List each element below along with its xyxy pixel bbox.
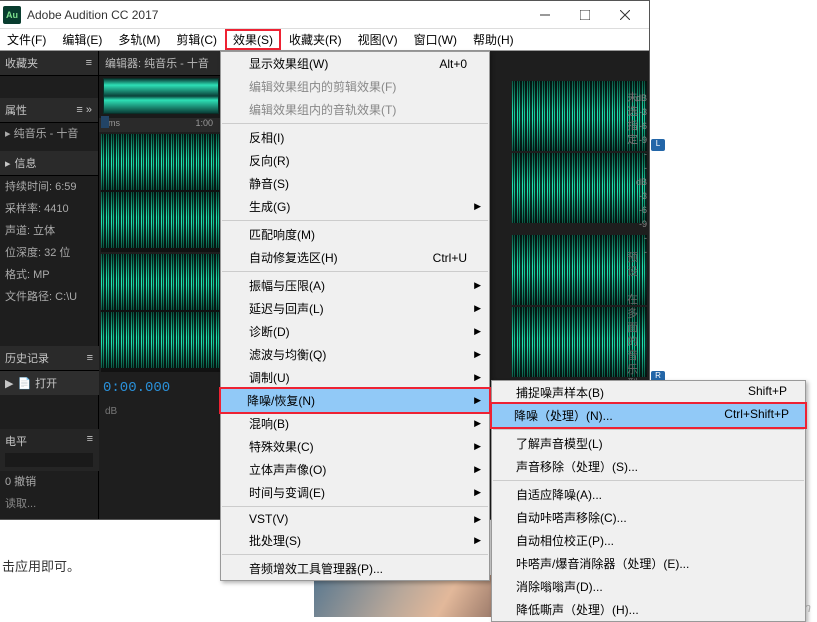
menu-item: 编辑效果组内的音轨效果(T) [221,98,489,121]
menu-item[interactable]: 文件(F) [0,29,54,50]
file-name: ▸ 纯音乐 - 十音 [0,123,98,145]
info-path: 文件路径: C:\U [0,286,98,308]
menu-item[interactable]: 生成(G)▶ [221,195,489,218]
menu-item[interactable]: 帮助(H) [465,29,522,50]
history-panel-header[interactable]: 历史记录≡ [0,346,99,371]
menu-item[interactable]: 滤波与均衡(Q)▶ [221,343,489,366]
submenu-item[interactable]: 消除嗡嗡声(D)... [492,575,805,598]
submenu-item[interactable]: 咔嗒声/爆音消除器（处理）(E)... [492,552,805,575]
menu-item[interactable]: 匹配响度(M) [221,223,489,246]
waveform-overview[interactable] [99,76,223,118]
menu-item[interactable]: 反相(I) [221,126,489,149]
submenu-item[interactable]: 降噪（处理）(N)...Ctrl+Shift+P [490,402,807,429]
menu-item[interactable]: 音频增效工具管理器(P)... [221,557,489,580]
editor-column: 编辑器: 纯音乐 - 十音 hms1:00 0:00.000 dB [99,51,224,519]
history-item-open[interactable]: ▶📄打开 [0,371,99,395]
menu-item[interactable]: 反向(R) [221,149,489,172]
menu-item[interactable]: 视图(V) [350,29,406,50]
menu-item[interactable]: 降噪/恢复(N)▶ [219,387,491,414]
history-panel: 历史记录≡ ▶📄打开 [0,346,99,395]
info-bit: 位深度: 32 位 [0,242,98,264]
menu-item[interactable]: 效果(S) [225,29,281,50]
info-duration: 持续时间: 6:59 [0,176,98,198]
level-meter [5,453,93,467]
submenu-item[interactable]: 捕捉噪声样本(B)Shift+P [492,381,805,404]
minimize-button[interactable] [525,2,565,28]
info-channels: 声道: 立体 [0,220,98,242]
undo-count: 0 撤销 [0,469,42,493]
menu-item[interactable]: 特殊效果(C)▶ [221,435,489,458]
menu-item[interactable]: 混响(B)▶ [221,412,489,435]
properties-panel-header[interactable]: 属性≡ » [0,98,98,123]
editor-header: 编辑器: 纯音乐 - 十音 [99,51,223,76]
submenu-item[interactable]: 降低嘶声（处理）(H)... [492,598,805,621]
effects-menu[interactable]: 显示效果组(W)Alt+0编辑效果组内的剪辑效果(F)编辑效果组内的音轨效果(T… [220,51,490,581]
close-button[interactable] [605,2,645,28]
menu-item[interactable]: VST(V)▶ [221,509,489,529]
menu-item[interactable]: 窗口(W) [406,29,465,50]
menu-item[interactable]: 时间与变调(E)▶ [221,481,489,504]
info-format: 格式: MP [0,264,98,286]
app-title: Adobe Audition CC 2017 [27,8,525,22]
menu-item[interactable]: 显示效果组(W)Alt+0 [221,52,489,75]
menu-item[interactable]: 诊断(D)▶ [221,320,489,343]
menu-item[interactable]: 批处理(S)▶ [221,529,489,552]
maximize-button[interactable] [565,2,605,28]
submenu-item[interactable]: 声音移除（处理）(S)... [492,455,805,478]
menu-item[interactable]: 编辑(E) [54,29,110,50]
menu-item[interactable]: 立体声声像(O)▶ [221,458,489,481]
waveform-main[interactable] [101,134,221,252]
status-read: 读取... [0,491,42,515]
noise-reduction-submenu[interactable]: 捕捉噪声样本(B)Shift+P降噪（处理）(N)...Ctrl+Shift+P… [491,380,806,622]
menu-item[interactable]: 剪辑(C) [168,29,225,50]
waveform-left-ch[interactable] [101,134,221,190]
waveform-right-ch[interactable] [101,192,221,248]
menu-item: 编辑效果组内的剪辑效果(F) [221,75,489,98]
titlebar: Au Adobe Audition CC 2017 [0,1,649,29]
submenu-item[interactable]: 自适应降噪(A)... [492,483,805,506]
menu-item[interactable]: 收藏夹(R) [281,29,350,50]
submenu-item[interactable]: 自动相位校正(P)... [492,529,805,552]
menu-item[interactable]: 调制(U)▶ [221,366,489,389]
menu-item[interactable]: 振幅与压限(A)▶ [221,274,489,297]
right-text-1: 未选指定 [627,91,645,147]
menu-item[interactable]: 静音(S) [221,172,489,195]
waveform-left-ch-2[interactable] [101,254,221,310]
favorites-panel-header[interactable]: 收藏夹≡ [0,51,98,76]
app-icon: Au [3,6,21,24]
footer-text: 击应用即可。 [0,550,82,581]
waveform-main-2[interactable] [101,254,221,372]
timeline-ruler[interactable]: hms1:00 [99,118,223,132]
waveform-r-r[interactable] [512,153,647,223]
left-channel-badge: L [651,139,665,151]
info-rate: 采样率: 4410 [0,198,98,220]
submenu-item[interactable]: 了解声音模型(L) [492,432,805,455]
info-panel-header[interactable]: ▸ 信息 [0,151,98,176]
menu-item[interactable]: 自动修复选区(H)Ctrl+U [221,246,489,269]
menu-item[interactable]: 延迟与回声(L)▶ [221,297,489,320]
level-panel: 电平≡ [0,429,99,471]
waveform-right-ch-2[interactable] [101,312,221,368]
menubar[interactable]: 文件(F)编辑(E)多轨(M)剪辑(C)效果(S)收藏夹(R)视图(V)窗口(W… [0,29,649,51]
timecode[interactable]: 0:00.000 [99,374,223,402]
submenu-item[interactable]: 自动咔嗒声移除(C)... [492,506,805,529]
menu-item[interactable]: 多轨(M) [110,29,168,50]
